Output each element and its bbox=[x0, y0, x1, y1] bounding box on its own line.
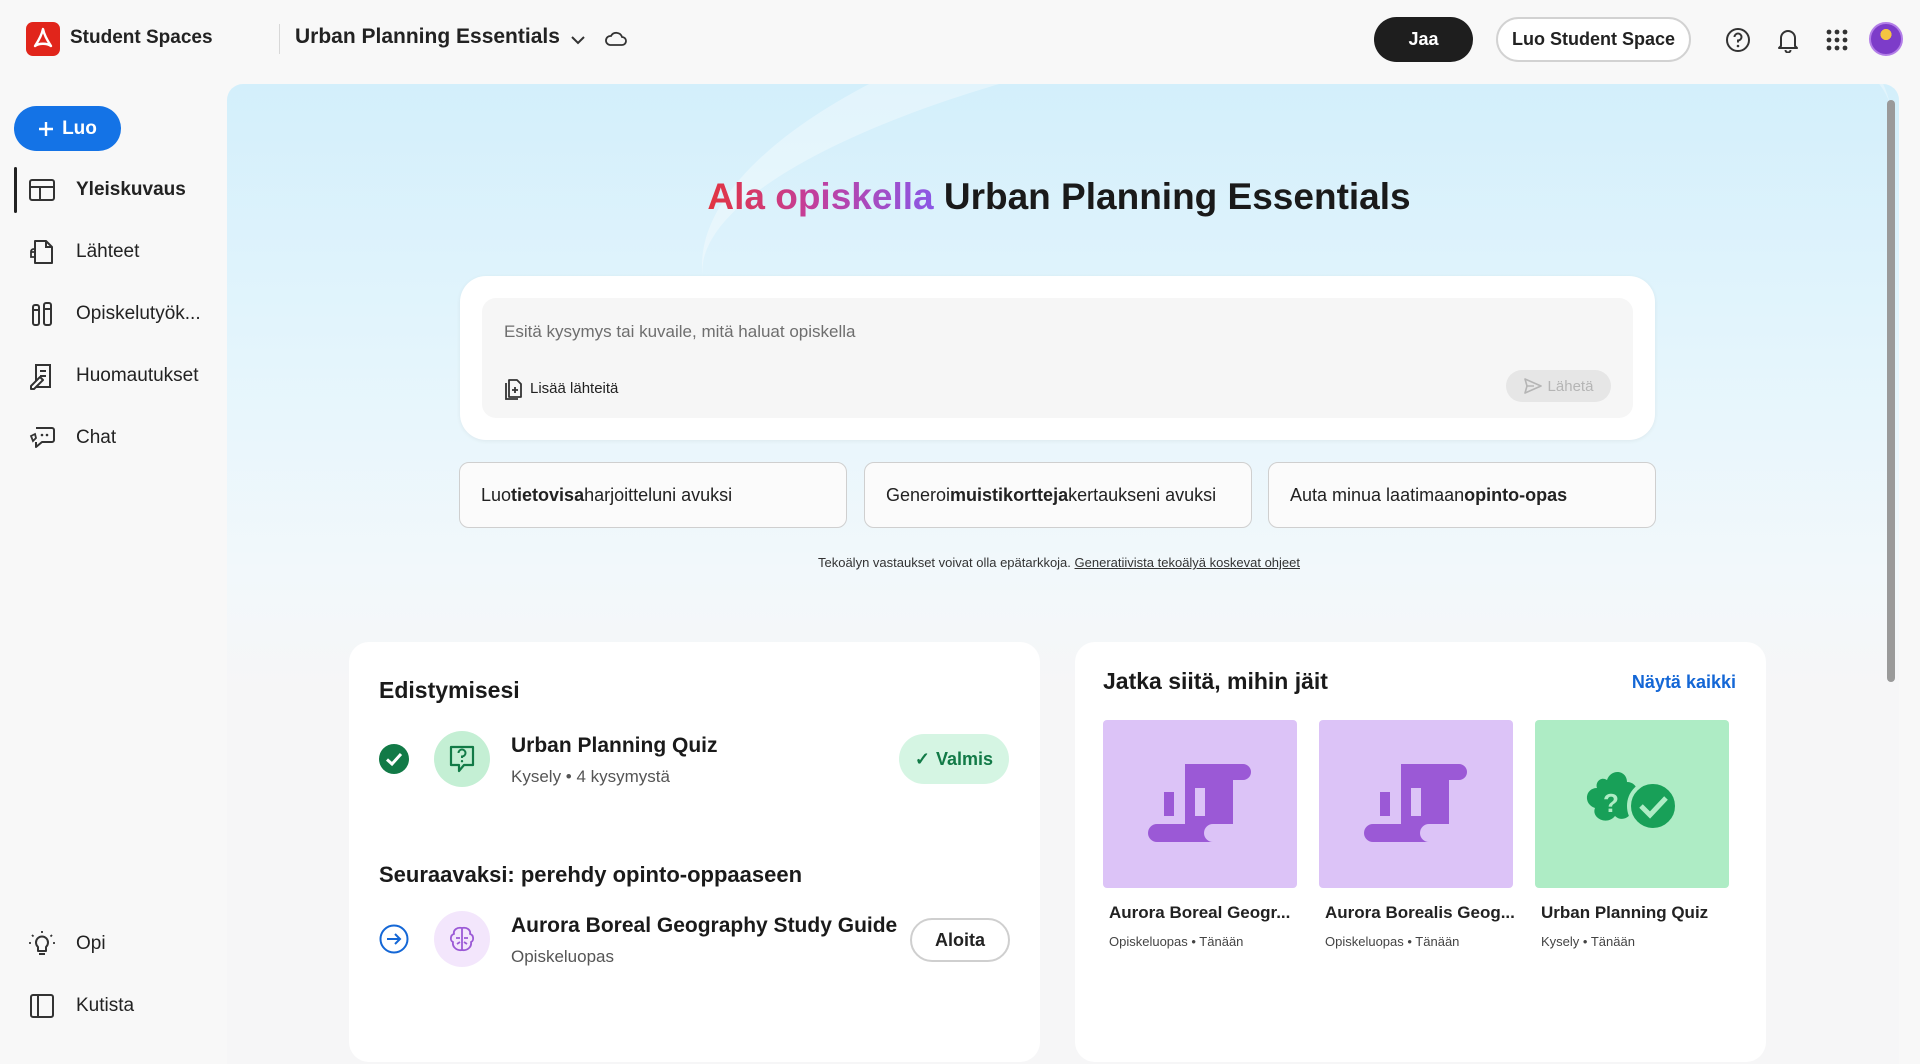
sidebar-item-label: Opiskelutyök... bbox=[76, 303, 201, 324]
app-grid-icon[interactable] bbox=[1824, 27, 1850, 53]
suggestion-text: Luo bbox=[481, 484, 512, 505]
brain-icon bbox=[434, 911, 490, 967]
suggestion-text: Auta minua laatimaan bbox=[1290, 484, 1465, 505]
plus-icon bbox=[39, 121, 54, 136]
suggestion-text: harjoitteluni avuksi bbox=[584, 484, 733, 505]
create-student-space-button[interactable]: Luo Student Space bbox=[1496, 17, 1691, 62]
suggestion-keyword: opinto-opas bbox=[1464, 484, 1568, 505]
suggestion-study-guide[interactable]: Auta minua laatimaan opinto-opas bbox=[1268, 462, 1656, 528]
hero-subject: Urban Planning Essentials bbox=[943, 176, 1411, 217]
create-new-label: Luo bbox=[62, 117, 97, 139]
ai-disclaimer: Tekoälyn vastaukset voivat olla epätarkk… bbox=[227, 555, 1891, 570]
hero-prefix: Ala opiskella bbox=[707, 176, 934, 217]
chevron-down-icon[interactable] bbox=[566, 28, 590, 52]
share-button[interactable]: Jaa bbox=[1374, 17, 1473, 62]
disclaimer-text: Tekoälyn vastaukset voivat olla epätarkk… bbox=[817, 555, 1071, 570]
scrollbar-thumb[interactable] bbox=[1887, 100, 1895, 682]
cloud-icon[interactable] bbox=[603, 27, 629, 51]
create-new-button[interactable]: Luo bbox=[14, 106, 121, 151]
suggestion-text: Generoi bbox=[886, 484, 951, 505]
next-item-subtitle: Opiskeluopas bbox=[511, 947, 615, 966]
chat-icon bbox=[18, 424, 66, 452]
completed-item-subtitle: Kysely • 4 kysymystä bbox=[511, 767, 670, 786]
recent-tile-subtitle: Opiskeluopas • Tänään bbox=[1109, 934, 1244, 949]
recent-tile-1[interactable] bbox=[1319, 720, 1513, 888]
completed-item-title[interactable]: Urban Planning Quiz bbox=[511, 734, 718, 758]
sidebar-item-study-tools[interactable]: Opiskelutyök... bbox=[14, 291, 214, 337]
suggestion-keyword: tietovisa bbox=[511, 484, 585, 505]
add-sources-label: Lisää lähteitä bbox=[530, 379, 619, 397]
sidebar-item-label: Kutista bbox=[76, 995, 135, 1016]
start-button[interactable]: Aloita bbox=[910, 918, 1010, 962]
hero-heading: Ala opiskella Urban Planning Essentials bbox=[227, 176, 1891, 218]
recent-tile-title[interactable]: Aurora Boreal Geogr... bbox=[1109, 903, 1303, 923]
continue-title: Jatka siitä, mihin jäit bbox=[1103, 668, 1328, 694]
status-badge: ✓ Valmis bbox=[899, 734, 1009, 784]
status-label: Valmis bbox=[936, 748, 994, 769]
notes-icon bbox=[18, 362, 66, 390]
quiz-icon bbox=[434, 731, 490, 787]
user-avatar[interactable] bbox=[1869, 22, 1903, 56]
see-all-link[interactable]: Näytä kaikki bbox=[1632, 672, 1736, 693]
recent-tile-title[interactable]: Urban Planning Quiz bbox=[1541, 903, 1735, 923]
send-label: Lähetä bbox=[1547, 377, 1594, 395]
next-heading: Seuraavaksi: perehdy opinto-oppaaseen bbox=[379, 862, 803, 887]
divider bbox=[279, 24, 280, 54]
quiz-check-icon: ? bbox=[1586, 771, 1679, 832]
help-icon[interactable] bbox=[1724, 26, 1752, 54]
recent-tile-subtitle: Kysely • Tänään bbox=[1541, 934, 1635, 949]
overview-icon bbox=[18, 178, 66, 202]
prompt-input[interactable]: Esitä kysymys tai kuvaile, mitä haluat o… bbox=[504, 322, 855, 342]
study-tools-icon bbox=[18, 300, 66, 328]
checkmark-icon: ✓ bbox=[914, 748, 931, 769]
sidebar-item-collapse[interactable]: Kutista bbox=[14, 983, 214, 1029]
acrobat-logo-icon[interactable] bbox=[26, 22, 60, 56]
recent-tile-subtitle: Opiskeluopas • Tänään bbox=[1325, 934, 1460, 949]
genai-guidelines-link[interactable]: Generatiivista tekoälyä koskevat ohjeet bbox=[1075, 555, 1300, 570]
completed-check-icon bbox=[379, 744, 409, 774]
sidebar-item-label: Chat bbox=[76, 427, 117, 448]
main-panel: Ala opiskella Urban Planning Essentials … bbox=[227, 84, 1899, 1064]
recent-tile-title[interactable]: Aurora Borealis Geog... bbox=[1325, 903, 1519, 923]
space-title[interactable]: Urban Planning Essentials bbox=[295, 25, 560, 49]
prompt-input-area[interactable]: Esitä kysymys tai kuvaile, mitä haluat o… bbox=[482, 298, 1633, 418]
sources-icon bbox=[18, 238, 66, 266]
top-bar: Student Spaces Urban Planning Essentials… bbox=[0, 0, 1920, 80]
sidebar-item-label: Huomautukset bbox=[76, 365, 199, 386]
notification-bell-icon[interactable] bbox=[1774, 26, 1802, 54]
progress-title: Edistymisesi bbox=[379, 677, 520, 703]
arrow-right-circle-icon bbox=[379, 924, 409, 954]
collapse-panel-icon bbox=[18, 993, 66, 1019]
add-file-icon bbox=[505, 379, 522, 400]
recent-tile-0[interactable] bbox=[1103, 720, 1297, 888]
continue-card: Jatka siitä, mihin jäit Näytä kaikki Aur… bbox=[1075, 642, 1766, 1062]
sidebar-item-label: Lähteet bbox=[76, 241, 140, 262]
sidebar-item-label: Opi bbox=[76, 933, 106, 954]
suggestion-text: kertaukseni avuksi bbox=[1068, 484, 1217, 505]
suggestion-flashcards[interactable]: Generoi muistikortteja kertaukseni avuks… bbox=[864, 462, 1252, 528]
add-sources-button[interactable]: Lisää lähteitä bbox=[502, 376, 618, 400]
progress-card: Edistymisesi Urban Planning Quiz Kysely … bbox=[349, 642, 1040, 1062]
recent-tile-2[interactable]: ? bbox=[1535, 720, 1729, 888]
suggestion-keyword: muistikortteja bbox=[950, 484, 1069, 505]
study-guide-scroll-icon bbox=[1364, 764, 1467, 842]
send-button[interactable]: Lähetä bbox=[1506, 370, 1611, 402]
send-icon bbox=[1523, 378, 1542, 394]
app-brand: Student Spaces bbox=[70, 27, 213, 48]
sidebar-item-learn[interactable]: Opi bbox=[14, 921, 214, 967]
sidebar-item-overview[interactable]: Yleiskuvaus bbox=[14, 167, 214, 213]
sidebar-item-chat[interactable]: Chat bbox=[14, 415, 214, 461]
sidebar-item-sources[interactable]: Lähteet bbox=[14, 229, 214, 275]
suggestion-quiz[interactable]: Luo tietovisa harjoitteluni avuksi bbox=[459, 462, 847, 528]
svg-text:?: ? bbox=[1603, 788, 1619, 818]
prompt-composer: Esitä kysymys tai kuvaile, mitä haluat o… bbox=[460, 276, 1655, 440]
sidebar-item-label: Yleiskuvaus bbox=[76, 179, 186, 200]
study-guide-scroll-icon bbox=[1148, 764, 1251, 842]
lightbulb-icon bbox=[18, 930, 66, 958]
next-item-title[interactable]: Aurora Boreal Geography Study Guide bbox=[511, 914, 897, 938]
sidebar-item-notes[interactable]: Huomautukset bbox=[14, 353, 214, 399]
